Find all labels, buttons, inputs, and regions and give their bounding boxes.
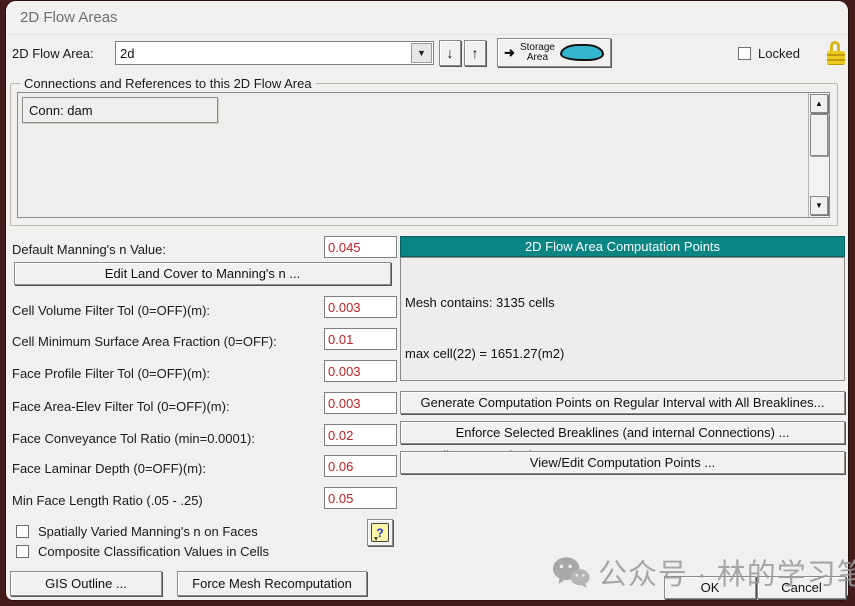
edit-land-cover-button[interactable]: Edit Land Cover to Manning's n ...: [14, 262, 391, 285]
flow-area-combobox[interactable]: 2d ▼: [115, 41, 434, 65]
computation-points-header: 2D Flow Area Computation Points: [400, 236, 845, 257]
scrollbar-thumb[interactable]: [810, 114, 828, 156]
storage-area-button-label: StorageArea: [520, 43, 555, 63]
cell-volume-filter-input[interactable]: [324, 296, 397, 318]
locked-checkbox[interactable]: [738, 47, 751, 60]
up-arrow-icon: ↑: [472, 45, 479, 61]
previous-flow-area-button[interactable]: ↓: [439, 40, 461, 66]
locked-label: Locked: [758, 46, 800, 61]
connections-group-label: Connections and References to this 2D Fl…: [20, 76, 316, 91]
scroll-down-icon: ▼: [815, 201, 823, 210]
spatially-varied-manning-label: Spatially Varied Manning's n on Faces: [38, 524, 258, 539]
scroll-up-icon: ▲: [815, 99, 823, 108]
manning-n-input[interactable]: [324, 236, 397, 258]
manning-n-label: Default Manning's n Value:: [12, 242, 166, 257]
mesh-info-box: Mesh contains: 3135 cells max cell(22) =…: [400, 257, 845, 381]
face-conveyance-label: Face Conveyance Tol Ratio (min=0.0001):: [12, 431, 255, 446]
face-laminar-depth-input[interactable]: [324, 455, 397, 477]
cell-min-surface-label: Cell Minimum Surface Area Fraction (0=OF…: [12, 334, 277, 349]
face-profile-filter-input[interactable]: [324, 360, 397, 382]
cancel-button[interactable]: Cancel: [757, 576, 846, 599]
gis-outline-button[interactable]: GIS Outline ...: [10, 571, 162, 596]
flow-area-value: 2d: [116, 46, 410, 61]
min-face-length-input[interactable]: [324, 487, 397, 509]
face-area-elev-label: Face Area-Elev Filter Tol (0=OFF)(m):: [12, 399, 230, 414]
list-item-connection[interactable]: Conn: dam: [22, 97, 218, 123]
connections-scrollbar[interactable]: ▲ ▼: [808, 93, 829, 217]
chevron-down-icon[interactable]: ▼: [411, 43, 432, 63]
face-area-elev-input[interactable]: [324, 392, 397, 414]
face-conveyance-input[interactable]: [324, 424, 397, 446]
composite-classification-label: Composite Classification Values in Cells: [38, 544, 269, 559]
cell-volume-filter-label: Cell Volume Filter Tol (0=OFF)(m):: [12, 303, 210, 318]
enforce-breaklines-button[interactable]: Enforce Selected Breaklines (and interna…: [400, 421, 845, 444]
spatially-varied-manning-checkbox[interactable]: [16, 525, 29, 538]
screen: 2D Flow Areas 2D Flow Area: 2d ▼ ↓ ↑ ➜ S…: [0, 0, 855, 606]
connections-list[interactable]: Conn: dam ▲ ▼: [17, 92, 830, 218]
title-bar[interactable]: 2D Flow Areas: [6, 1, 848, 35]
scroll-down-button[interactable]: ▼: [810, 196, 828, 215]
help-button[interactable]: ?: [367, 519, 393, 546]
generate-computation-points-button[interactable]: Generate Computation Points on Regular I…: [400, 391, 845, 414]
lock-body: [827, 51, 845, 65]
view-edit-computation-points-button[interactable]: View/Edit Computation Points ...: [400, 451, 845, 474]
storage-area-button[interactable]: ➜ StorageArea: [497, 38, 611, 67]
lock-icon: [826, 41, 846, 67]
min-face-length-label: Min Face Length Ratio (.05 - .25): [12, 493, 203, 508]
storage-area-icon: [560, 44, 604, 61]
right-arrow-icon: ➜: [504, 45, 515, 61]
face-laminar-depth-label: Face Laminar Depth (0=OFF)(m):: [12, 461, 206, 476]
next-flow-area-button[interactable]: ↑: [464, 40, 486, 66]
face-profile-filter-label: Face Profile Filter Tol (0=OFF)(m):: [12, 366, 210, 381]
scroll-up-button[interactable]: ▲: [810, 94, 828, 113]
mesh-info-line: Mesh contains: 3135 cells: [405, 294, 840, 311]
composite-classification-checkbox[interactable]: [16, 545, 29, 558]
ok-button[interactable]: OK: [664, 576, 756, 599]
cell-min-surface-input[interactable]: [324, 328, 397, 350]
force-mesh-recomputation-button[interactable]: Force Mesh Recomputation: [177, 571, 367, 596]
flow-area-label: 2D Flow Area:: [12, 46, 94, 61]
help-icon: ?: [371, 523, 389, 542]
down-arrow-icon: ↓: [447, 45, 454, 61]
mesh-info-line: max cell(22) = 1651.27(m2): [405, 345, 840, 362]
window-title: 2D Flow Areas: [20, 9, 118, 26]
